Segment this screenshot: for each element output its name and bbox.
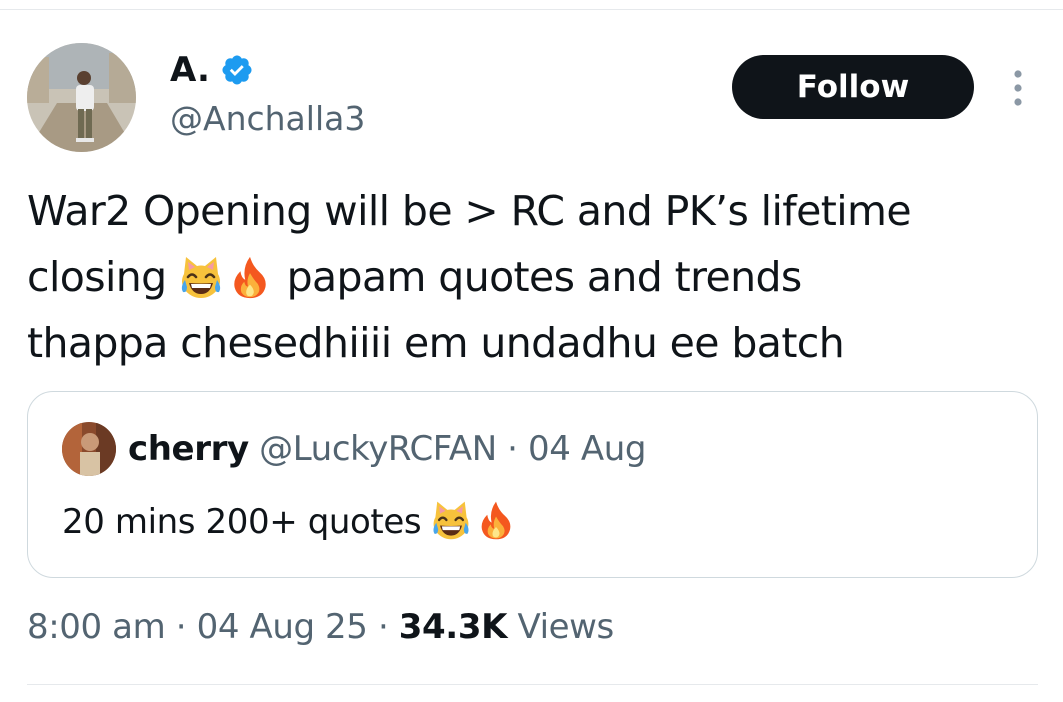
quoted-author-handle[interactable]: @LuckyRCFAN: [259, 429, 497, 469]
tweet-text-line: closing papam quotes and trends: [27, 253, 802, 301]
tweet-meta-row: 8:00 am · 04 Aug 25 · 34.3K Views: [27, 603, 614, 651]
separator-dot: ·: [507, 429, 518, 469]
author-handle[interactable]: @Anchalla3: [170, 98, 365, 140]
more-vertical-icon[interactable]: [1009, 69, 1027, 107]
tweet-text-line: War2 Opening will be > RC and PK’s lifet…: [27, 187, 912, 235]
bottom-divider: [27, 684, 1038, 685]
quoted-author-avatar[interactable]: [62, 422, 116, 476]
quoted-tweet-header: cherry @LuckyRCFAN · 04 Aug: [128, 426, 646, 472]
cat-tears-of-joy-emoji-icon: [177, 253, 225, 301]
quoted-author-name[interactable]: cherry: [128, 429, 249, 469]
views-count[interactable]: 34.3K: [399, 607, 508, 647]
author-name-row: A.: [170, 50, 254, 90]
quoted-tweet-text: 20 mins 200+ quotes: [62, 498, 517, 545]
separator-dot: ·: [175, 607, 187, 647]
author-display-name[interactable]: A.: [170, 50, 210, 90]
separator-dot: ·: [377, 607, 389, 647]
verified-badge-icon: [222, 55, 252, 85]
tweet-text: War2 Opening will be > RC and PK’s lifet…: [27, 178, 1047, 376]
views-label: Views: [517, 607, 614, 647]
fire-emoji-icon: [227, 253, 273, 301]
fire-emoji-icon: [475, 498, 517, 542]
tweet-time[interactable]: 8:00 am: [27, 607, 166, 647]
author-avatar[interactable]: [27, 43, 136, 152]
tweet-text-line: thappa chesedhiiii em undadhu ee batch: [27, 319, 845, 367]
top-divider: [0, 9, 1063, 10]
tweet-date[interactable]: 04 Aug 25: [197, 607, 368, 647]
quoted-tweet-card[interactable]: cherry @LuckyRCFAN · 04 Aug 20 mins 200+…: [27, 391, 1038, 578]
cat-tears-of-joy-emoji-icon: [429, 498, 473, 542]
quoted-tweet-date[interactable]: 04 Aug: [528, 429, 646, 469]
follow-button[interactable]: Follow: [732, 55, 974, 119]
